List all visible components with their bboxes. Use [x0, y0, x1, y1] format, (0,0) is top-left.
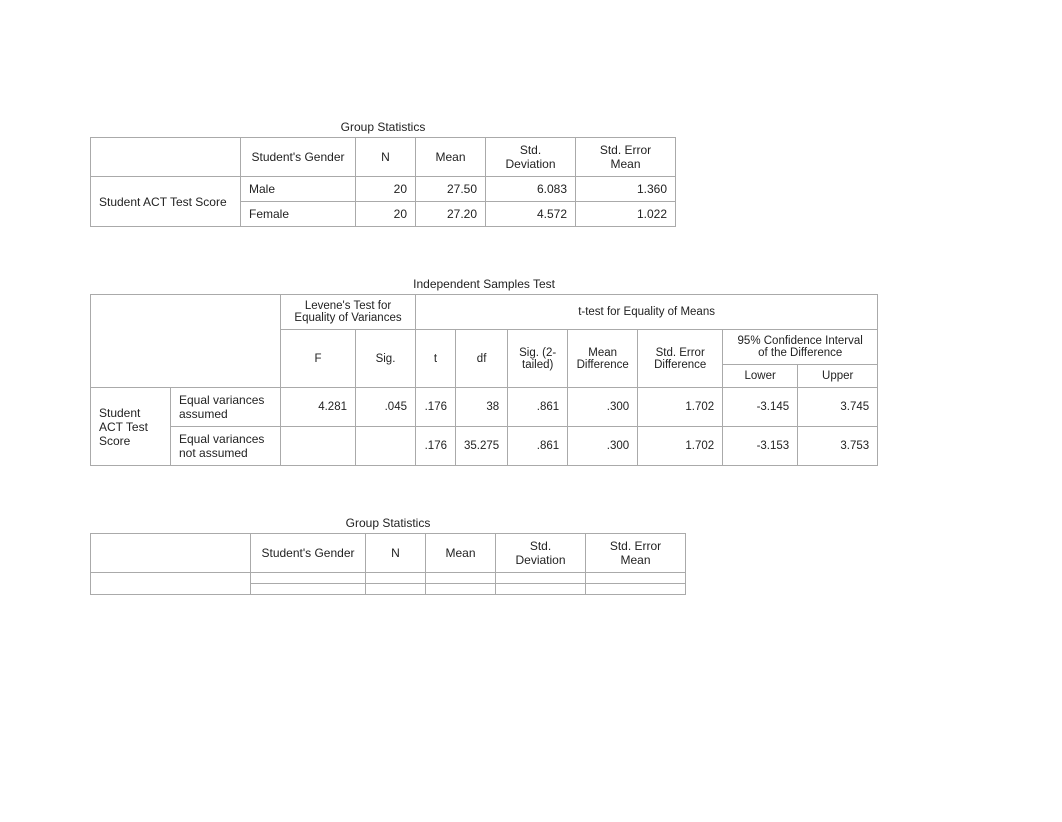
header-n: N	[366, 534, 426, 573]
header-gender: Student's Gender	[241, 138, 356, 177]
header-sem: Std. Error Mean	[586, 534, 686, 573]
cell-mdiff: .300	[568, 427, 638, 466]
cell-t: .176	[416, 388, 456, 427]
cell-n: 20	[356, 177, 416, 202]
cell-sem: 1.022	[576, 202, 676, 227]
group-statistics-table-1: Group Statistics Student's Gender N Mean…	[90, 120, 676, 227]
cell-gender: Female	[241, 202, 356, 227]
cell-gender	[251, 584, 366, 595]
cell-mean: 27.50	[416, 177, 486, 202]
table-row: Student ACT Test Score Male 20 27.50 6.0…	[91, 177, 676, 202]
header-sd: Std. Deviation	[496, 534, 586, 573]
cell-lower: -3.145	[723, 388, 798, 427]
cell-sig2: .861	[508, 427, 568, 466]
header-ttest: t-test for Equality of Means	[416, 295, 878, 330]
cell-sig	[356, 427, 416, 466]
cell-gender	[251, 573, 366, 584]
header-row: Student's Gender N Mean Std. Deviation S…	[91, 138, 676, 177]
header-mean: Mean	[426, 534, 496, 573]
header-t: t	[416, 330, 456, 388]
cell-sd: 4.572	[486, 202, 576, 227]
header-n: N	[356, 138, 416, 177]
cell-sediff: 1.702	[638, 427, 723, 466]
header-sig: Sig.	[356, 330, 416, 388]
header-blank	[91, 295, 281, 388]
header-sediff: Std. Error Difference	[638, 330, 723, 388]
cell-mean	[426, 584, 496, 595]
cell-assume: Equal variances not assumed	[171, 427, 281, 466]
cell-sd	[496, 584, 586, 595]
cell-gender: Male	[241, 177, 356, 202]
table-title: Independent Samples Test	[90, 277, 878, 291]
cell-t: .176	[416, 427, 456, 466]
cell-sem	[586, 584, 686, 595]
cell-lower: -3.153	[723, 427, 798, 466]
cell-sediff: 1.702	[638, 388, 723, 427]
cell-sd	[496, 573, 586, 584]
header-row-1: Levene's Test for Equality of Variances …	[91, 295, 878, 330]
cell-df: 38	[456, 388, 508, 427]
header-df: df	[456, 330, 508, 388]
table-title: Group Statistics	[90, 120, 676, 134]
cell-n: 20	[356, 202, 416, 227]
cell-sig: .045	[356, 388, 416, 427]
independent-samples-grid: Levene's Test for Equality of Variances …	[90, 294, 878, 466]
table-row: Student ACT Test Score Equal variances a…	[91, 388, 878, 427]
header-upper: Upper	[798, 365, 878, 388]
group-statistics-grid-1: Student's Gender N Mean Std. Deviation S…	[90, 137, 676, 227]
header-mean: Mean	[416, 138, 486, 177]
cell-mean: 27.20	[416, 202, 486, 227]
cell-assume: Equal variances assumed	[171, 388, 281, 427]
cell-sem	[586, 573, 686, 584]
cell-sig2: .861	[508, 388, 568, 427]
table-title: Group Statistics	[90, 516, 686, 530]
header-f: F	[281, 330, 356, 388]
header-levene: Levene's Test for Equality of Variances	[281, 295, 416, 330]
cell-upper: 3.753	[798, 427, 878, 466]
header-blank	[91, 534, 251, 573]
header-sem: Std. Error Mean	[576, 138, 676, 177]
cell-upper: 3.745	[798, 388, 878, 427]
row-label: Student ACT Test Score	[91, 388, 171, 466]
header-gender: Student's Gender	[251, 534, 366, 573]
cell-sd: 6.083	[486, 177, 576, 202]
cell-f: 4.281	[281, 388, 356, 427]
cell-sem: 1.360	[576, 177, 676, 202]
row-label: Student ACT Test Score	[91, 177, 241, 227]
cell-df: 35.275	[456, 427, 508, 466]
header-sd: Std. Deviation	[486, 138, 576, 177]
header-row: Student's Gender N Mean Std. Deviation S…	[91, 534, 686, 573]
header-blank	[91, 138, 241, 177]
header-lower: Lower	[723, 365, 798, 388]
header-mdiff: Mean Difference	[568, 330, 638, 388]
header-ci: 95% Confidence Interval of the Differenc…	[723, 330, 878, 365]
independent-samples-table: Independent Samples Test Levene's Test f…	[90, 277, 878, 466]
cell-f	[281, 427, 356, 466]
header-sig2: Sig. (2-tailed)	[508, 330, 568, 388]
table-row	[91, 573, 686, 584]
group-statistics-table-2: Group Statistics Student's Gender N Mean…	[90, 516, 686, 595]
group-statistics-grid-2: Student's Gender N Mean Std. Deviation S…	[90, 533, 686, 595]
row-label	[91, 573, 251, 595]
cell-mean	[426, 573, 496, 584]
cell-n	[366, 573, 426, 584]
table-row: Equal variances not assumed .176 35.275 …	[91, 427, 878, 466]
cell-mdiff: .300	[568, 388, 638, 427]
cell-n	[366, 584, 426, 595]
